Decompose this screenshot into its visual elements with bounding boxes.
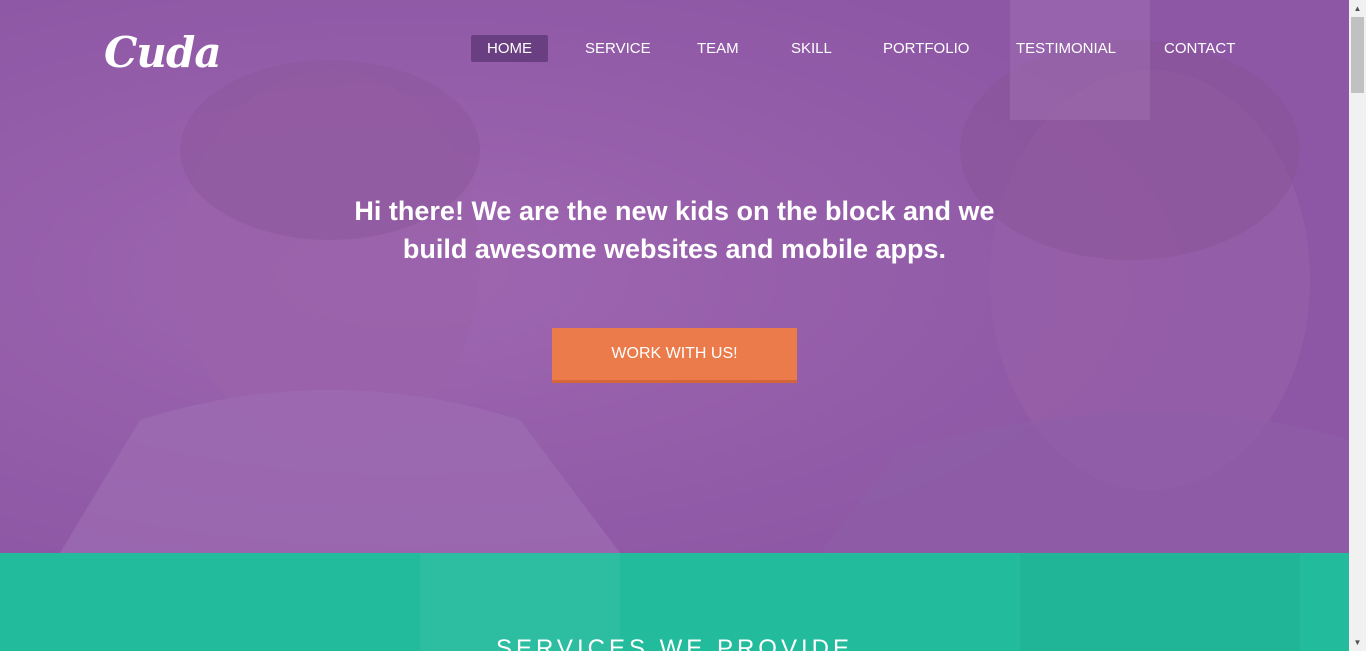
scroll-up-icon[interactable]: ▲ [1349,0,1366,17]
services-section: SERVICES WE PROVIDE [0,553,1349,651]
page-viewport: Cuda HOME SERVICE TEAM SKILL PORTFOLIO T… [0,0,1349,651]
hero-headline-line2: build awesome websites and mobile apps. [402,234,947,264]
nav-item-team[interactable]: TEAM [697,35,739,62]
services-title: SERVICES WE PROVIDE [496,635,853,651]
scroll-down-icon[interactable]: ▼ [1349,634,1366,651]
nav-item-service[interactable]: SERVICE [585,35,651,62]
hero-headline-line1: Hi there! We are the new kids on the blo… [354,196,995,226]
scrollbar-thumb[interactable] [1351,17,1364,93]
brand-logo[interactable]: Cuda [104,30,222,76]
work-with-us-button[interactable]: WORK WITH US! [552,328,797,383]
nav-item-home[interactable]: HOME [471,35,548,62]
vertical-scrollbar[interactable]: ▲ ▼ [1349,0,1366,651]
hero-section: Cuda HOME SERVICE TEAM SKILL PORTFOLIO T… [0,0,1349,553]
nav-item-contact[interactable]: CONTACT [1164,35,1235,62]
hero-color-overlay [0,0,1349,553]
nav-item-skill[interactable]: SKILL [791,35,832,62]
nav-item-testimonial[interactable]: TESTIMONIAL [1016,35,1116,62]
hero-headline: Hi there! We are the new kids on the blo… [300,192,1049,268]
nav-item-portfolio[interactable]: PORTFOLIO [883,35,969,62]
